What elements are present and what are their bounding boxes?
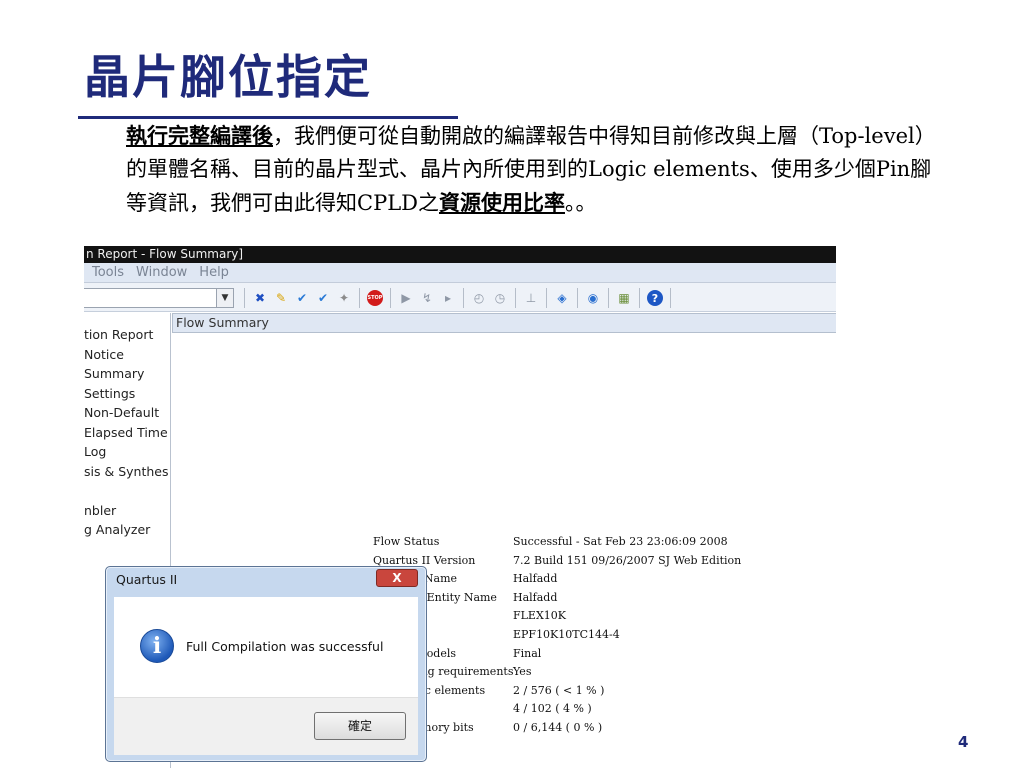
summary-value: Successful - Sat Feb 23 23:06:09 2008	[513, 535, 728, 548]
summary-value: 7.2 Build 151 09/26/2007 SJ Web Edition	[513, 553, 742, 567]
slide-title: 晶片腳位指定	[84, 50, 372, 104]
page-number: 4	[958, 733, 969, 751]
summary-value: Halfadd	[513, 590, 558, 604]
paragraph-end: 。。	[564, 191, 597, 215]
toolbar-separator	[359, 288, 360, 308]
summary-key: Flow Status	[373, 535, 440, 548]
summary-value: Final	[513, 646, 542, 660]
toolbar-separator	[639, 288, 640, 308]
toolbar-separator	[608, 288, 609, 308]
table-row: Met timing requirements Yes	[373, 663, 741, 682]
table-row: Quartus II Version 7.2 Build 151 09/26/20…	[373, 552, 741, 571]
tree-item-synthesis[interactable]: sis & Synthes	[84, 462, 170, 482]
table-row: Revision NameHalfadd	[373, 570, 741, 589]
flow-summary-table: Flow Status Successful - Sat Feb 23 23:06…	[373, 533, 741, 738]
project-combo[interactable]: ▼	[84, 288, 234, 308]
tree-gap	[84, 481, 170, 501]
toolbar-separator	[390, 288, 391, 308]
toolbar-separator	[463, 288, 464, 308]
toolbar: ▼ ✖ ✎ ✔ ✔ ✦ STOP ▶ ↯ ▸ ◴ ◷ ⊥ ◈ ◉ ▦ ?	[84, 283, 836, 312]
summary-value: 4 / 102 ( 4 % )	[513, 702, 592, 716]
paragraph-highlight: 資源使用比率	[438, 190, 565, 215]
ok-button[interactable]: 確定	[314, 712, 406, 740]
menu-help[interactable]: Help	[199, 265, 229, 280]
tree-item-timing-analyzer[interactable]: g Analyzer	[84, 520, 170, 540]
body-paragraph: 執行完整編譯後，我們便可從自動開啟的編譯報告中得知目前修改與上層（Top-lev…	[126, 119, 946, 220]
toolbar-separator	[577, 288, 578, 308]
content-header: Flow Summary	[172, 313, 836, 333]
stop-icon[interactable]: STOP	[367, 290, 383, 306]
tree-item-settings[interactable]: Settings	[84, 384, 170, 404]
table-row: Total memory bits0 / 6,144 ( 0 % )	[373, 719, 741, 738]
timing-icon[interactable]: ◴	[471, 290, 487, 306]
tree-item-summary[interactable]: Summary	[84, 364, 170, 384]
table-row: Total pins4 / 102 ( 4 % )	[373, 700, 741, 719]
chevron-down-icon[interactable]: ▼	[216, 289, 233, 307]
synthesis-icon[interactable]: ✔	[315, 290, 331, 306]
table-row: Total logic elements 2 / 576 ( < 1 % )	[373, 682, 741, 701]
edit-icon[interactable]: ✎	[273, 290, 289, 306]
menu-window[interactable]: Window	[136, 265, 187, 280]
table-row: DeviceEPF10K10TC144-4	[373, 626, 741, 645]
assembler-icon[interactable]: ▦	[616, 290, 632, 306]
dialog-footer: 確定	[114, 697, 418, 755]
tree-item-report[interactable]: tion Report	[84, 325, 170, 345]
close-button[interactable]: X	[376, 569, 418, 587]
tree-item-elapsed-time[interactable]: Elapsed Time	[84, 423, 170, 443]
tree-item-assembler[interactable]: nbler	[84, 501, 170, 521]
summary-value: 2 / 576 ( < 1 % )	[513, 683, 605, 697]
play-icon[interactable]: ▶	[398, 290, 414, 306]
programmer-icon[interactable]: ◉	[585, 290, 601, 306]
menu-bar: Tools Window Help	[84, 263, 836, 283]
analysis-icon[interactable]: ✔	[294, 290, 310, 306]
clock-icon[interactable]: ◷	[492, 290, 508, 306]
success-dialog: Quartus II X i Full Compilation was succ…	[105, 566, 427, 762]
dialog-body: i Full Compilation was successful	[114, 597, 418, 697]
toolbar-separator	[515, 288, 516, 308]
help-icon[interactable]: ?	[647, 290, 663, 306]
step-icon[interactable]: ↯	[419, 290, 435, 306]
table-row: Timing ModelsFinal	[373, 645, 741, 664]
compile-icon[interactable]: ✖	[252, 290, 268, 306]
dialog-message: Full Compilation was successful	[186, 639, 384, 654]
step-over-icon[interactable]: ▸	[440, 290, 456, 306]
menu-tools[interactable]: Tools	[92, 265, 124, 280]
summary-value: Yes	[513, 665, 532, 679]
tree-item-non-default[interactable]: Non-Default	[84, 403, 170, 423]
toolbar-separator	[670, 288, 671, 308]
netlist-icon[interactable]: ⊥	[523, 290, 539, 306]
tree-item-notice[interactable]: Notice	[84, 345, 170, 365]
toolbar-separator	[546, 288, 547, 308]
summary-value: FLEX10K	[513, 609, 567, 623]
window-titlebar: n Report - Flow Summary]	[84, 246, 836, 263]
toolbar-icons: ✖ ✎ ✔ ✔ ✦ STOP ▶ ↯ ▸ ◴ ◷ ⊥ ◈ ◉ ▦ ?	[242, 287, 673, 309]
table-row: FamilyFLEX10K	[373, 607, 741, 626]
dialog-title: Quartus II	[116, 572, 178, 587]
chip-icon[interactable]: ◈	[554, 290, 570, 306]
info-icon: i	[140, 629, 174, 663]
table-row: Flow Status Successful - Sat Feb 23 23:06…	[373, 533, 741, 552]
table-row: Top-level Entity Name Halfadd	[373, 589, 741, 608]
tree-item-log[interactable]: Log	[84, 442, 170, 462]
paragraph-lead: 執行完整編譯後	[126, 123, 273, 148]
summary-value: EPF10K10TC144-4	[513, 627, 620, 641]
summary-value: Halfadd	[513, 572, 558, 586]
toolbar-separator	[244, 288, 245, 308]
fitter-icon[interactable]: ✦	[336, 290, 352, 306]
summary-value: 0 / 6,144 ( 0 % )	[513, 720, 603, 734]
